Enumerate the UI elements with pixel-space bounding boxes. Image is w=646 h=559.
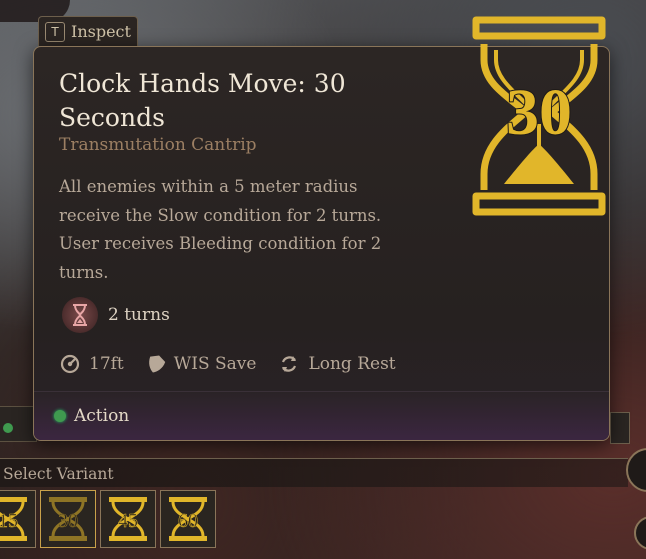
variant-slot-30[interactable]: 30 bbox=[40, 490, 96, 548]
hotbar-round-button[interactable] bbox=[626, 448, 646, 492]
hourglass-icon: 45 bbox=[109, 497, 147, 541]
range-icon bbox=[60, 354, 80, 374]
action-label: Action bbox=[74, 406, 130, 426]
inspect-label: Inspect bbox=[71, 22, 131, 41]
spell-icon-number: 30 bbox=[506, 76, 572, 149]
action-cost-bar: Action bbox=[34, 391, 609, 440]
svg-text:60: 60 bbox=[178, 510, 198, 532]
inspect-tab[interactable]: T Inspect bbox=[38, 16, 138, 46]
recharge-icon bbox=[282, 356, 297, 372]
spell-hourglass-icon: 30 bbox=[472, 16, 606, 216]
hourglass-icon: 15 bbox=[0, 497, 27, 541]
svg-text:45: 45 bbox=[118, 510, 138, 532]
duration-row: 2 turns bbox=[62, 297, 170, 333]
variant-slot-15[interactable]: 15 bbox=[0, 490, 36, 548]
save-value: WIS Save bbox=[173, 354, 257, 374]
spell-school: Transmutation Cantrip bbox=[59, 135, 257, 155]
inspect-key-hint: T bbox=[45, 21, 65, 42]
shield-icon bbox=[148, 355, 165, 373]
svg-text:15: 15 bbox=[0, 510, 18, 532]
action-resource-icon bbox=[54, 410, 66, 422]
range-value: 17ft bbox=[89, 354, 124, 374]
range-stat: 17ft bbox=[59, 353, 124, 375]
save-stat: WIS Save bbox=[146, 353, 257, 375]
variant-slot-60[interactable]: 60 bbox=[160, 490, 216, 548]
svg-text:30: 30 bbox=[58, 510, 78, 532]
duration-label: 2 turns bbox=[108, 305, 170, 325]
variant-list: 15 30 45 60 bbox=[0, 490, 216, 548]
hourglass-icon: 30 bbox=[49, 497, 87, 541]
hotbar-action-dot bbox=[3, 423, 13, 433]
hourglass-icon: 60 bbox=[169, 497, 207, 541]
hourglass-icon bbox=[62, 297, 98, 333]
spell-description: All enemies within a 5 meter radius rece… bbox=[59, 177, 382, 282]
spell-stats: 17ft WIS Save Long Rest bbox=[59, 353, 418, 375]
recharge-value: Long Rest bbox=[308, 354, 396, 374]
spell-title: Clock Hands Move: 30 Seconds bbox=[59, 69, 346, 132]
recharge-stat: Long Rest bbox=[278, 353, 396, 375]
hotbar-round-button-2[interactable] bbox=[634, 516, 646, 550]
hotbar-right-edge bbox=[610, 412, 630, 444]
variant-label: Select Variant bbox=[3, 465, 114, 483]
variant-slot-45[interactable]: 45 bbox=[100, 490, 156, 548]
